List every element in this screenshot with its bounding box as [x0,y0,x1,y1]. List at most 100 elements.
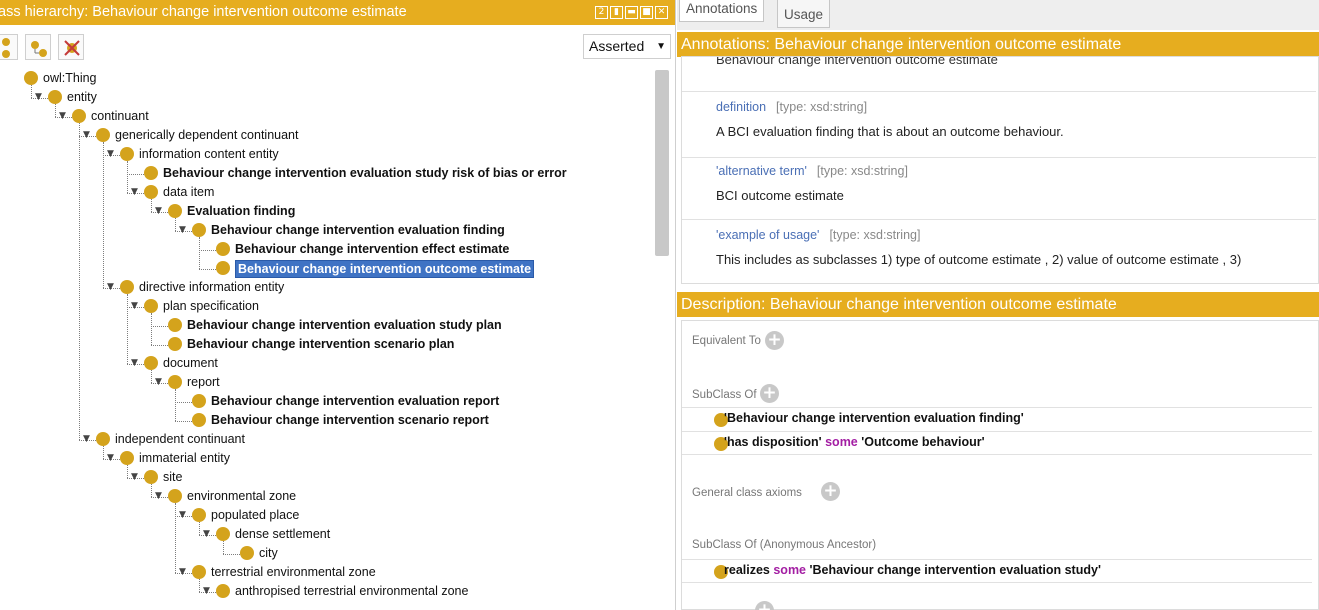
expand-toggle-icon[interactable]: ▼ [35,88,42,107]
ancestor-axiom-row[interactable]: realizes some 'Behaviour change interven… [682,559,1312,583]
expand-toggle-icon[interactable]: ▼ [83,126,90,145]
class-label[interactable]: dense settlement [235,525,330,544]
annotation-row-alternative-term[interactable]: 'alternative term' [type: xsd:string] BCI… [682,157,1316,219]
tree-node[interactable]: owl:Thing [0,69,650,88]
tree-node[interactable]: ▼ populated place [0,506,650,525]
expand-toggle-icon[interactable]: ▼ [203,525,210,544]
minimize-icon[interactable]: ▬ [625,6,638,19]
expand-toggle-icon[interactable]: ▼ [155,487,162,506]
tree-node[interactable]: ▼ continuant [0,107,650,126]
expand-toggle-icon[interactable]: ▼ [107,278,114,297]
add-equivalent-icon[interactable]: + [765,331,784,350]
class-tree[interactable]: owl:Thing ▼ entity ▼ continuant ▼ generically … [0,69,675,610]
class-label[interactable]: Behaviour change intervention evaluation… [211,392,499,411]
class-label[interactable]: site [163,468,182,487]
class-label[interactable]: information content entity [139,145,279,164]
tree-node[interactable]: ▼ dense settlement [0,525,650,544]
expand-toggle-icon[interactable]: ▼ [131,468,138,487]
tree-node[interactable]: ▼ plan specification [0,297,650,316]
class-label[interactable]: Evaluation finding [187,202,295,221]
class-label[interactable]: terrestrial environmental zone [211,563,376,582]
tree-node[interactable]: Behaviour change intervention scenario r… [0,411,650,430]
tree-node[interactable]: ▼ entity [0,88,650,107]
tree-node[interactable]: ▼ Evaluation finding [0,202,650,221]
tree-node[interactable]: ▼ independent continuant [0,430,650,449]
tree-node[interactable]: Behaviour change intervention evaluation… [0,316,650,335]
class-label[interactable]: data item [163,183,214,202]
class-label[interactable]: Behaviour change intervention evaluation… [163,164,567,183]
class-label[interactable]: anthropised terrestrial environmental zo… [235,582,468,601]
expand-toggle-icon[interactable]: ▼ [155,373,162,392]
annotation-row-example-of-usage[interactable]: 'example of usage' [type: xsd:string] Thi… [682,219,1316,283]
class-label[interactable]: owl:Thing [43,69,97,88]
expand-toggle-icon[interactable]: ▼ [59,107,66,126]
class-label[interactable]: directive information entity [139,278,284,297]
expand-toggle-icon[interactable]: ▼ [179,563,186,582]
expand-toggle-icon[interactable]: ▼ [131,183,138,202]
expand-toggle-icon[interactable]: ▼ [107,145,114,164]
tree-node[interactable]: ▼ data item [0,183,650,202]
tree-node[interactable]: ▼ terrestrial environmental zone [0,563,650,582]
tree-scrollbar[interactable] [655,70,669,256]
expand-toggle-icon[interactable]: ▼ [131,297,138,316]
tree-node[interactable]: Behaviour change intervention scenario p… [0,335,650,354]
expand-toggle-icon[interactable]: ▼ [155,202,162,221]
expand-toggle-icon[interactable]: ▼ [203,582,210,601]
tree-node[interactable]: Behaviour change intervention evaluation… [0,392,650,411]
tree-node[interactable]: ▼ environmental zone [0,487,650,506]
expand-toggle-icon[interactable]: ▼ [83,430,90,449]
add-ancestor-icon[interactable]: + [755,601,774,610]
class-label[interactable]: city [259,544,278,563]
class-label[interactable]: generically dependent continuant [115,126,298,145]
tab-usage[interactable]: Usage [777,0,831,28]
subclass-axiom-row[interactable]: 'has disposition' some 'Outcome behaviou… [682,431,1312,455]
add-general-axiom-icon[interactable]: + [821,482,840,501]
tree-node[interactable]: city [0,544,650,563]
close-icon[interactable]: ✕ [655,6,668,19]
tab-annotations[interactable]: Annotations [679,0,765,22]
class-label[interactable]: Behaviour change intervention effect est… [235,240,509,259]
class-label[interactable]: immaterial entity [139,449,230,468]
expand-toggle-icon[interactable]: ▼ [131,354,138,373]
class-label[interactable]: Behaviour change intervention scenario r… [211,411,489,430]
selected-class-label[interactable]: Behaviour change intervention outcome es… [235,260,535,278]
class-label[interactable]: environmental zone [187,487,296,506]
view-mode-dropdown[interactable]: Asserted ▼ [583,34,671,59]
tree-node[interactable]: ▼ Behaviour change intervention evaluatio… [0,221,650,240]
class-label[interactable]: document [163,354,218,373]
maximize-icon[interactable]: ■ [640,6,653,19]
class-label[interactable]: independent continuant [115,430,245,449]
expand-toggle-icon[interactable]: ▼ [179,221,186,240]
tree-node[interactable]: Behaviour change intervention outcome es… [0,259,650,278]
add-subclass-of-icon[interactable]: + [760,384,779,403]
tree-node[interactable]: ▼ generically dependent continuant [0,126,650,145]
annotation-key[interactable]: 'alternative term' [716,164,807,178]
annotation-key[interactable]: definition [716,100,766,114]
tree-node[interactable]: Behaviour change intervention effect est… [0,240,650,259]
delete-class-button[interactable] [58,34,84,60]
split-view-icon[interactable]: ▮ [610,6,623,19]
class-label[interactable]: continuant [91,107,149,126]
tree-node[interactable]: ▼ document [0,354,650,373]
add-subclass-button[interactable] [0,34,18,60]
class-label[interactable]: Behaviour change intervention evaluation… [211,221,505,240]
tree-node[interactable]: ▼ site [0,468,650,487]
class-label[interactable]: report [187,373,220,392]
subclass-axiom-row[interactable]: 'Behaviour change intervention evaluatio… [682,407,1312,431]
help-icon[interactable]: 2 [595,6,608,19]
tree-node[interactable]: Behaviour change intervention evaluation… [0,164,650,183]
class-label[interactable]: entity [67,88,97,107]
expand-toggle-icon[interactable]: ▼ [179,506,186,525]
class-label[interactable]: plan specification [163,297,259,316]
tree-node[interactable]: ▼ immaterial entity [0,449,650,468]
tree-node[interactable]: ▼ information content entity [0,145,650,164]
annotation-row-definition[interactable]: definition [type: xsd:string] A BCI evalu… [682,91,1316,157]
class-label[interactable]: Behaviour change intervention scenario p… [187,335,454,354]
tree-node[interactable]: ▼ anthropised terrestrial environmental z… [0,582,650,601]
class-label[interactable]: Behaviour change intervention evaluation… [187,316,502,335]
class-label[interactable]: populated place [211,506,299,525]
expand-toggle-icon[interactable]: ▼ [107,449,114,468]
tree-node[interactable]: ▼ report [0,373,650,392]
annotation-key[interactable]: 'example of usage' [716,228,819,242]
tree-node[interactable]: ▼ directive information entity [0,278,650,297]
